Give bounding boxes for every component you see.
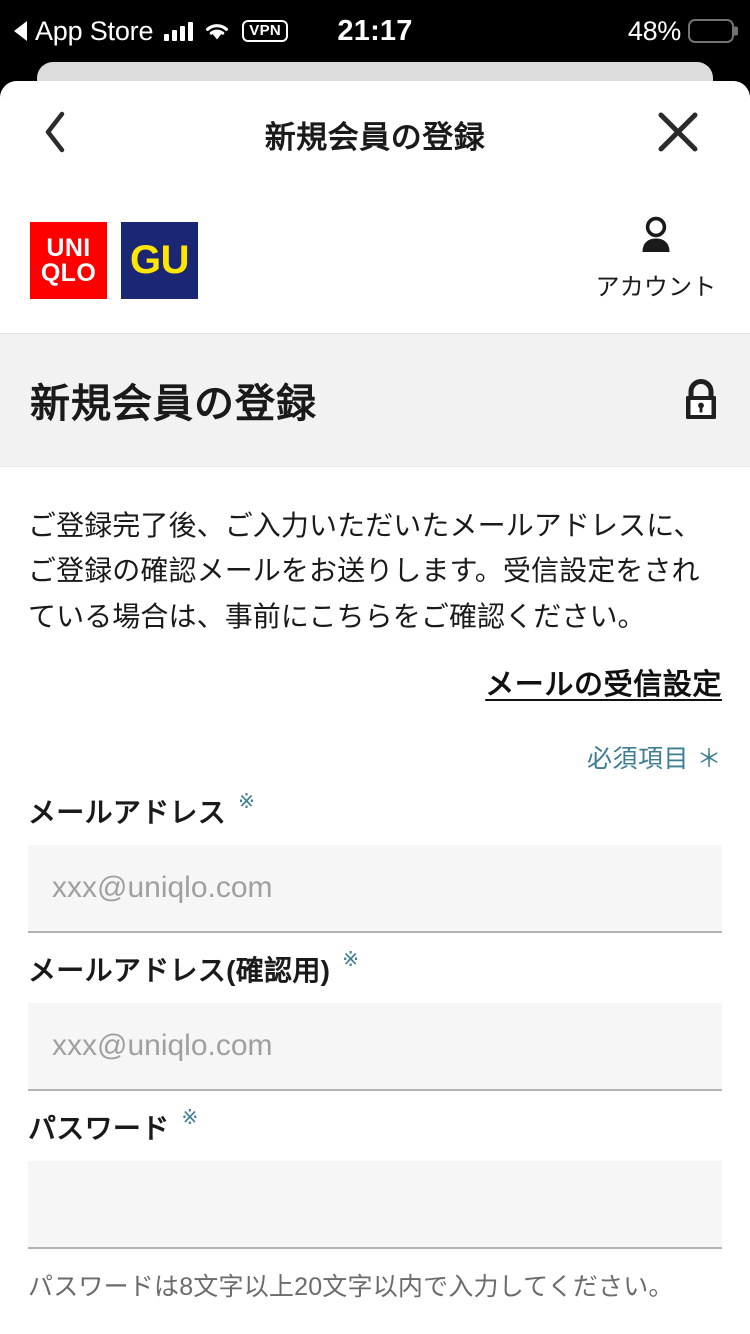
person-icon — [634, 214, 678, 263]
brand-bar: UNI QLO GU アカウント — [0, 188, 750, 334]
password-input[interactable] — [28, 1161, 722, 1250]
field-email-confirm: メールアドレス(確認用) ※ — [28, 949, 722, 1092]
clock-text: 21:17 — [337, 14, 413, 47]
field-password-label-row: パスワード ※ — [28, 1107, 722, 1147]
battery-low-power-icon — [688, 19, 738, 43]
page-title-band: 新規会員の登録 — [0, 334, 750, 467]
brand-logos: UNI QLO GU — [30, 222, 198, 299]
required-note: 必須項目 ＊ — [587, 745, 722, 774]
account-label: アカウント — [595, 274, 717, 301]
page-title: 新規会員の登録 — [30, 382, 317, 426]
uniqlo-logo-line1: UNI — [46, 233, 91, 262]
field-password-label: パスワード — [28, 1113, 170, 1145]
field-email-label-row: メールアドレス ※ — [28, 791, 722, 831]
lock-icon — [680, 376, 722, 424]
field-email-confirm-label-row: メールアドレス(確認用) ※ — [28, 949, 722, 989]
uniqlo-logo[interactable]: UNI QLO — [30, 222, 107, 299]
mail-settings-link-row: メールの受信設定 — [28, 661, 722, 703]
required-note-row: 必須項目 ＊ — [28, 739, 722, 775]
mail-settings-link[interactable]: メールの受信設定 — [485, 661, 722, 703]
modal-header: 新規会員の登録 — [0, 81, 750, 188]
field-email: メールアドレス ※ — [28, 791, 722, 934]
ios-status-bar: App Store VPN 21:17 48% — [0, 0, 750, 62]
required-marker-icon: ※ — [238, 791, 255, 814]
phone-screen: App Store VPN 21:17 48% 新規会員の登録 UNI QLO … — [0, 0, 750, 1334]
field-password: パスワード ※ パスワードは8文字以上20文字以内で入力してください。 — [28, 1107, 722, 1303]
uniqlo-logo-line2: QLO — [40, 258, 97, 287]
account-button[interactable]: アカウント — [586, 214, 726, 302]
field-email-confirm-label: メールアドレス(確認用) — [28, 955, 331, 987]
required-marker-icon: ※ — [181, 1107, 199, 1130]
field-email-label: メールアドレス — [28, 797, 227, 829]
battery-percent-label: 48% — [627, 15, 681, 46]
modal-title: 新規会員の登録 — [0, 81, 750, 188]
gu-logo[interactable]: GU — [121, 222, 198, 299]
form-content: ご登録完了後、ご入力いただいたメールアドレスに、ご登録の確認メールをお送りします… — [0, 503, 750, 1303]
gu-logo-text: GU — [130, 238, 190, 282]
email-input[interactable] — [28, 845, 722, 934]
modal-title-text: 新規会員の登録 — [264, 120, 486, 155]
lead-description: ご登録完了後、ご入力いただいたメールアドレスに、ご登録の確認メールをお送りします… — [28, 510, 702, 632]
close-button[interactable] — [646, 99, 710, 169]
modal-sheet: 新規会員の登録 UNI QLO GU アカウント 新規会員の登録 ご登録完了後、… — [0, 81, 750, 1334]
email-confirm-input[interactable] — [28, 1003, 722, 1092]
close-x-icon — [656, 110, 700, 159]
password-helper-text: パスワードは8文字以上20文字以内で入力してください。 — [28, 1273, 674, 1302]
status-bar-right: 48% — [627, 0, 738, 62]
required-marker-icon: ※ — [342, 949, 360, 972]
